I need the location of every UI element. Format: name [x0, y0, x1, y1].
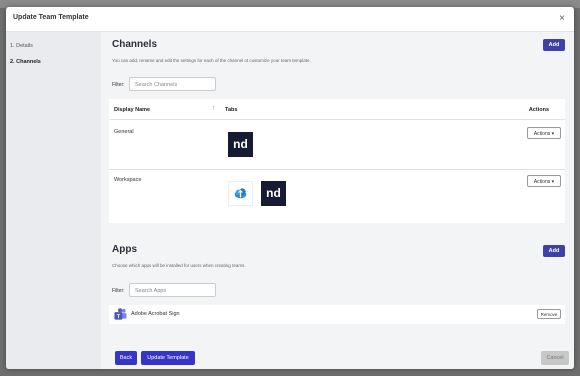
svg-text:T: T — [117, 314, 121, 320]
close-button[interactable]: × — [559, 13, 565, 24]
list-item: T Adobe Acrobat Sign Remove — [109, 305, 565, 324]
search-apps-input[interactable]: Search Apps — [129, 283, 216, 297]
modal-header: Update Team Template × — [6, 7, 574, 32]
column-actions: Actions — [528, 107, 549, 113]
row-divider — [109, 169, 565, 170]
step-channels[interactable]: 2. Channels — [10, 54, 101, 70]
apps-section: Apps Add Choose which apps will be insta… — [109, 238, 565, 333]
search-channels-input[interactable]: Search Channels — [129, 77, 216, 91]
header-divider — [109, 119, 565, 120]
column-display-name[interactable]: Display Name — [114, 107, 150, 113]
actions-dropdown-button[interactable]: Actions ▾ — [527, 175, 561, 187]
channels-table: Display Name ↑ Tabs Actions General nd A… — [109, 99, 565, 223]
update-template-button[interactable]: Update Template — [141, 351, 195, 365]
step-details[interactable]: 1. Details — [10, 38, 101, 54]
cloud-app-icon[interactable] — [228, 181, 253, 206]
wizard-sidebar: 1. Details 2. Channels — [6, 32, 101, 369]
back-button[interactable]: Back — [115, 351, 137, 365]
channels-filter-label: Filter: — [112, 82, 125, 88]
sort-arrow-icon[interactable]: ↑ — [212, 105, 216, 112]
channels-description: You can add, rename and edit the setting… — [112, 58, 311, 63]
nd-app-icon[interactable]: nd — [228, 132, 253, 157]
actions-dropdown-button[interactable]: Actions ▾ — [527, 127, 561, 139]
cancel-button[interactable]: Cancel — [541, 351, 569, 365]
update-team-template-modal: Update Team Template × 1. Details 2. Cha… — [6, 7, 574, 369]
nd-app-icon[interactable]: nd — [261, 181, 286, 206]
wizard-content: Channels Add You can add, rename and edi… — [101, 32, 574, 369]
remove-app-button[interactable]: Remove — [537, 309, 561, 319]
channels-section: Channels Add You can add, rename and edi… — [109, 32, 565, 232]
modal-title: Update Team Template — [13, 14, 89, 21]
channels-title: Channels — [112, 39, 158, 50]
add-app-button[interactable]: Add — [543, 245, 565, 257]
channel-name: Workspace — [114, 177, 142, 183]
cloud-icon — [234, 188, 247, 199]
apps-filter-label: Filter: — [112, 288, 125, 294]
teams-app-icon: T — [114, 308, 127, 320]
app-name: Adobe Acrobat Sign — [131, 311, 180, 317]
apps-title: Apps — [112, 244, 137, 255]
column-tabs: Tabs — [225, 107, 238, 113]
add-channel-button[interactable]: Add — [543, 39, 565, 51]
channel-name: General — [114, 129, 134, 135]
apps-description: Choose which apps will be installed for … — [112, 263, 246, 268]
